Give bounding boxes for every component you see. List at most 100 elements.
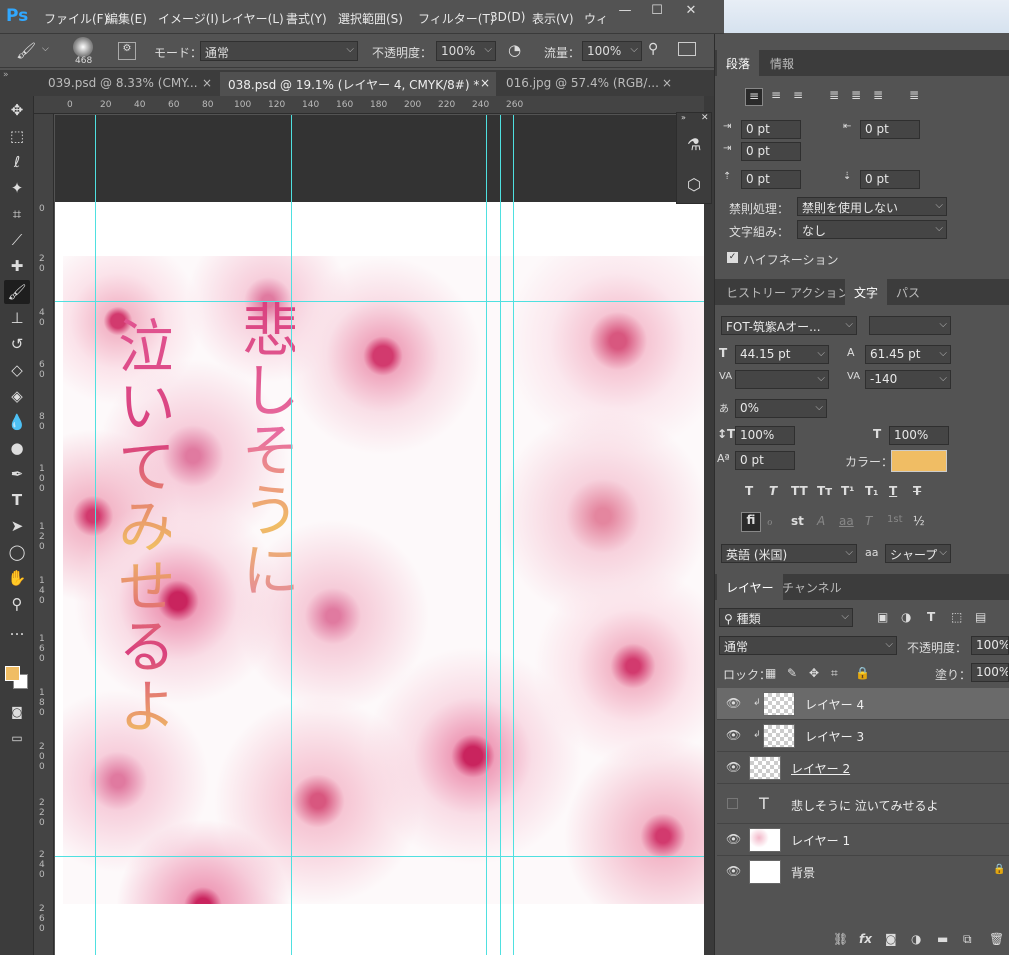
tab-016[interactable]: 016.jpg @ 57.4% (RGB/... × — [498, 72, 678, 96]
layer-row-2[interactable]: 👁 レイヤー 2 — [717, 752, 1009, 784]
new-layer-icon[interactable]: ⧉ — [963, 932, 972, 947]
underline-icon[interactable]: T — [889, 484, 897, 498]
justify-all-icon[interactable]: ≣ — [905, 88, 923, 102]
font-family-select[interactable]: FOT-筑紫Aオー... ⌵ — [721, 316, 857, 335]
folder-icon[interactable]: ▬ — [937, 932, 948, 946]
tab-038[interactable]: 038.psd @ 19.1% (レイヤー 4, CMYK/8#) * × — [220, 72, 496, 96]
menu-layer[interactable]: レイヤー(L) — [220, 10, 284, 27]
language-select[interactable]: 英語 (米国) ⌵ — [721, 544, 857, 563]
dodge-tool-icon[interactable]: ● — [4, 436, 30, 460]
justify-left-icon[interactable]: ≣ — [825, 88, 843, 102]
tab-039[interactable]: 039.psd @ 8.33% (CMY... × — [40, 72, 218, 96]
eye-icon[interactable]: 👁 — [726, 696, 741, 710]
layer-opacity-field[interactable]: 100% — [971, 636, 1009, 655]
flow-field[interactable]: 100% ⌵ — [582, 41, 642, 61]
foreground-color-swatch[interactable] — [5, 666, 20, 681]
collapse-icon[interactable]: » — [681, 113, 686, 122]
all-caps-icon[interactable]: TT — [791, 484, 808, 498]
tab-paragraph[interactable]: 段落 — [717, 50, 760, 76]
smart-object-filter-icon[interactable]: ▤ — [975, 610, 986, 624]
hyphenation-checkbox[interactable]: ✓ — [727, 252, 738, 263]
brush-settings-icon[interactable]: ⚗ — [687, 135, 701, 154]
eye-icon[interactable]: 👁 — [726, 728, 741, 742]
layer-row-background[interactable]: 👁 背景 🔒 — [717, 856, 1009, 888]
healing-tool-icon[interactable]: ✚ — [4, 254, 30, 278]
visibility-off-box[interactable] — [727, 798, 738, 809]
zoom-tool-icon[interactable]: ⚲ — [4, 592, 30, 616]
screen-mode-icon[interactable]: ▭ — [4, 726, 30, 750]
antialias-select[interactable]: シャープ ⌵ — [885, 544, 951, 563]
mode-select[interactable]: 通常 ⌵ — [200, 41, 358, 61]
menu-image[interactable]: イメージ(I) — [158, 10, 219, 27]
fill-field[interactable]: 100% — [971, 663, 1009, 682]
marquee-tool-icon[interactable]: ⬚ — [4, 124, 30, 148]
pen-tool-icon[interactable]: ✒ — [4, 462, 30, 486]
adjustment-filter-icon[interactable]: ◑ — [901, 610, 911, 624]
lock-pixels-icon[interactable]: ✎ — [787, 666, 797, 680]
pixel-filter-icon[interactable]: ▣ — [877, 610, 888, 624]
indent-left-field[interactable]: 0 pt — [741, 120, 801, 139]
close-icon[interactable]: × — [480, 76, 490, 90]
guide-line[interactable] — [55, 856, 704, 857]
justify-right-icon[interactable]: ≣ — [869, 88, 887, 102]
airbrush-icon[interactable]: ⚲ — [648, 41, 658, 57]
layer-row-3[interactable]: 👁 ↲ レイヤー 3 — [717, 720, 1009, 752]
font-size-field[interactable]: 44.15 pt ⌵ — [735, 345, 829, 364]
lasso-tool-icon[interactable]: ℓ — [4, 150, 30, 174]
close-button[interactable]: ✕ — [676, 2, 706, 20]
eye-icon[interactable]: 👁 — [726, 760, 741, 774]
path-select-tool-icon[interactable]: ➤ — [4, 514, 30, 538]
hand-tool-icon[interactable]: ✋ — [4, 566, 30, 590]
link-icon[interactable]: ⛓ — [833, 932, 848, 946]
tab-character[interactable]: 文字 — [845, 279, 888, 305]
opacity-field[interactable]: 100% ⌵ — [436, 41, 496, 61]
eyedropper-tool-icon[interactable]: ⟋ — [4, 228, 30, 252]
type-filter-icon[interactable]: T — [927, 610, 935, 624]
tab-channels[interactable]: チャンネル — [773, 574, 851, 600]
paint-bucket-tool-icon[interactable]: ◈ — [4, 384, 30, 408]
layer-filter-select[interactable]: ⚲ 種類 ⌵ — [719, 608, 853, 627]
eye-icon[interactable]: 👁 — [726, 832, 741, 846]
subscript-icon[interactable]: T₁ — [865, 484, 878, 498]
fx-icon[interactable]: fx — [859, 932, 872, 946]
titling-icon[interactable]: aa — [839, 514, 854, 528]
faux-bold-icon[interactable]: T — [745, 484, 753, 498]
crop-tool-icon[interactable]: ⌗ — [4, 202, 30, 226]
align-center-icon[interactable]: ≡ — [767, 88, 785, 102]
history-brush-tool-icon[interactable]: ↺ — [4, 332, 30, 356]
mask-icon[interactable]: ◙ — [885, 932, 897, 946]
guide-line[interactable] — [500, 115, 501, 955]
ornaments-icon[interactable]: T — [865, 514, 872, 528]
font-style-select[interactable]: ⌵ — [869, 316, 951, 335]
indent-right-field[interactable]: 0 pt — [860, 120, 920, 139]
stylistic-alternates-icon[interactable]: st — [791, 514, 804, 528]
quick-mask-icon[interactable]: ◙ — [4, 700, 30, 724]
layer-row-text[interactable]: T 悲しそうに 泣いてみせるよ — [717, 786, 1009, 824]
menu-select[interactable]: 選択範囲(S) — [338, 10, 403, 27]
guide-line[interactable] — [95, 115, 96, 955]
text-color-swatch[interactable] — [891, 450, 947, 472]
fractions-icon[interactable]: ½ — [913, 514, 925, 528]
blend-mode-select[interactable]: 通常 ⌵ — [719, 636, 897, 655]
space-after-field[interactable]: 0 pt — [860, 170, 920, 189]
ellipse-tool-icon[interactable]: ◯ — [4, 540, 30, 564]
brush-icon[interactable]: 🖌 — [16, 41, 36, 60]
eraser-tool-icon[interactable]: ◇ — [4, 358, 30, 382]
menu-filter[interactable]: フィルター(T) — [418, 10, 494, 27]
tab-info[interactable]: 情報 — [761, 50, 803, 76]
ordinals-icon[interactable]: 1st — [887, 514, 903, 525]
small-caps-icon[interactable]: Tт — [817, 484, 832, 498]
kerning-field[interactable]: ⌵ — [735, 370, 829, 389]
lock-artboard-icon[interactable]: ⌗ — [831, 666, 838, 681]
close-icon[interactable]: × — [202, 76, 212, 90]
move-tool-icon[interactable]: ✥ — [4, 98, 30, 122]
menu-edit[interactable]: 編集(E) — [106, 10, 147, 27]
space-before-field[interactable]: 0 pt — [741, 170, 801, 189]
align-right-icon[interactable]: ≡ — [789, 88, 807, 102]
menu-3d[interactable]: 3D(D) — [490, 10, 525, 24]
tracking-field[interactable]: -140 ⌵ — [865, 370, 951, 389]
blur-tool-icon[interactable]: 💧 — [4, 410, 30, 434]
menu-file[interactable]: ファイル(F) — [44, 10, 108, 27]
guide-line[interactable] — [513, 115, 514, 955]
type-tool-icon[interactable]: T — [4, 488, 30, 512]
